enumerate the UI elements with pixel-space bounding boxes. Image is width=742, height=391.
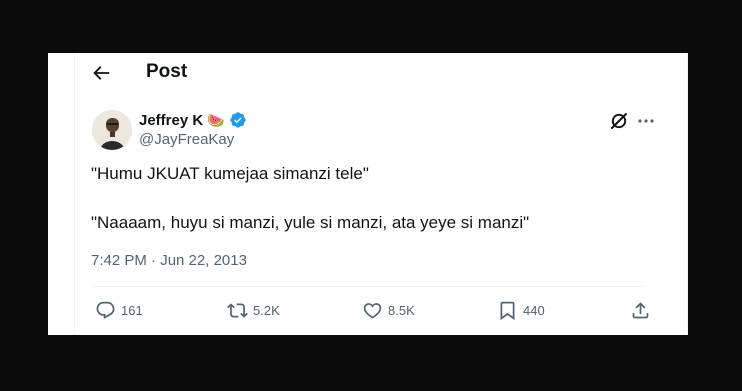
share-button[interactable] — [630, 300, 651, 321]
author-name[interactable]: Jeffrey K — [139, 112, 203, 129]
repost-icon — [227, 303, 248, 318]
post-header: Post — [48, 53, 688, 91]
reply-button[interactable]: 161 — [95, 300, 143, 321]
repost-count: 5.2K — [253, 303, 280, 318]
reply-count: 161 — [121, 303, 143, 318]
tweet-text-line-1: "Humu JKUAT kumejaa simanzi tele" — [91, 164, 369, 183]
share-icon — [632, 302, 649, 319]
author-name-row: Jeffrey K 🍉 — [139, 110, 247, 130]
page-title: Post — [146, 61, 188, 82]
like-count: 8.5K — [388, 303, 415, 318]
verified-badge-icon — [229, 111, 247, 129]
divider — [91, 286, 644, 287]
author-handle[interactable]: @JayFreaKay — [139, 131, 234, 148]
grok-icon[interactable] — [609, 111, 629, 131]
tweet-text-line-2: "Naaaam, huyu si manzi, yule si manzi, a… — [91, 213, 530, 232]
tweet-timestamp[interactable]: 7:42 PM · Jun 22, 2013 — [91, 252, 247, 269]
author-emoji: 🍉 — [207, 111, 225, 128]
avatar[interactable] — [92, 110, 132, 150]
bookmark-icon — [500, 301, 515, 321]
more-icon[interactable] — [636, 111, 656, 131]
column-border-left — [74, 53, 75, 335]
repost-button[interactable]: 5.2K — [227, 300, 280, 321]
like-button[interactable]: 8.5K — [362, 300, 415, 321]
bookmark-button[interactable]: 440 — [497, 300, 545, 321]
reply-icon — [96, 301, 115, 319]
column-border-right — [687, 53, 688, 335]
back-arrow-icon[interactable] — [90, 62, 112, 84]
post-card: Post Jeffrey K 🍉 @JayFreaKay "Humu JKUAT… — [48, 53, 688, 335]
like-icon — [363, 303, 382, 319]
bookmark-count: 440 — [523, 303, 545, 318]
